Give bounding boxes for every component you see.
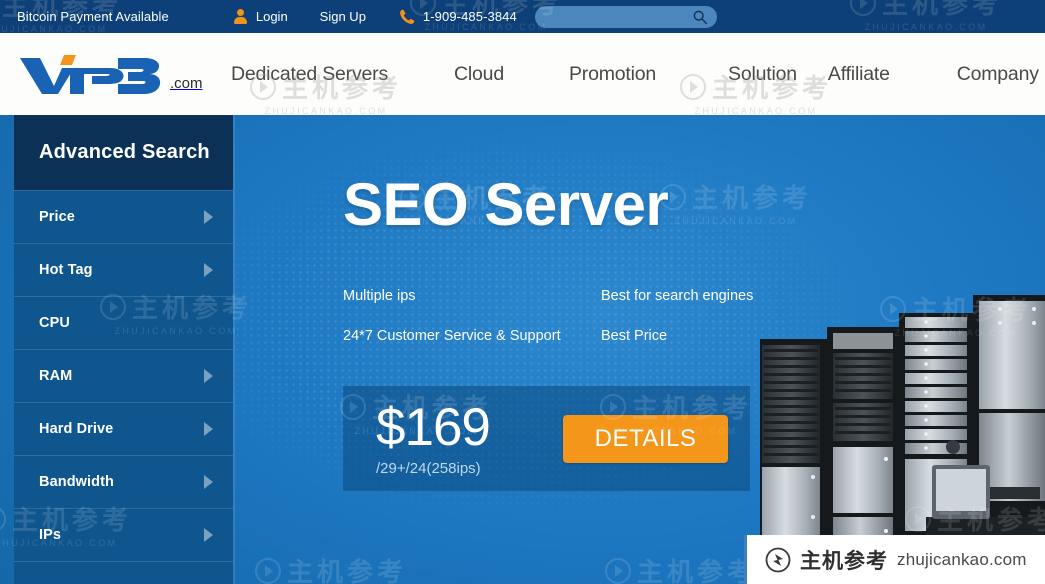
- chevron-right-icon: [204, 210, 213, 224]
- price-block: $169 /29+/24(258ips): [343, 401, 563, 477]
- price-amount: $169: [376, 397, 491, 457]
- chevron-right-icon: [204, 422, 213, 436]
- sidebar-item-price[interactable]: Price: [14, 190, 233, 243]
- hero-feature-item: Multiple ips: [343, 288, 416, 304]
- search-box[interactable]: [534, 5, 717, 28]
- nav-item-dedicated-servers[interactable]: Dedicated Servers: [231, 63, 388, 86]
- site-attribution-badge: 主机参考 zhujicankao.com: [744, 535, 1045, 584]
- nav-item-cloud[interactable]: Cloud: [454, 63, 504, 86]
- chevron-right-icon: [204, 263, 213, 277]
- main-navigation-bar: .com Dedicated Servers Cloud Promotion S…: [0, 33, 1045, 115]
- price-subtext: /29+/24(258ips): [376, 459, 481, 477]
- hero-feature-item: 24*7 Customer Service & Support: [343, 328, 561, 344]
- sidebar-item-label: Bandwidth: [39, 474, 115, 490]
- nav-item-list: Dedicated Servers Cloud Promotion Soluti…: [215, 63, 1045, 86]
- sidebar-item-hard-drive[interactable]: Hard Drive: [14, 402, 233, 455]
- logo-suffix: .com: [170, 75, 203, 92]
- hero-title: SEO Server: [343, 171, 669, 238]
- details-button[interactable]: DETAILS: [563, 414, 728, 463]
- sidebar-item-label: Hot Tag: [39, 262, 93, 278]
- sidebar-header: Advanced Search: [14, 115, 233, 190]
- advanced-search-sidebar: Advanced Search Price Hot Tag CPU RAM Ha…: [14, 115, 233, 584]
- sidebar-item-label: RAM: [39, 368, 73, 384]
- nav-item-affiliate[interactable]: Affiliate: [828, 63, 890, 86]
- sidebar-item-ram[interactable]: RAM: [14, 349, 233, 402]
- badge-cn-text: 主机参考: [800, 549, 888, 573]
- bitcoin-promo-text: Bitcoin Payment Available: [17, 9, 169, 24]
- sidebar-item-label: Hard Drive: [39, 421, 114, 437]
- sidebar-item-label: CPU: [39, 315, 70, 331]
- chevron-right-icon: [204, 369, 213, 383]
- play-circle-icon: [765, 547, 791, 573]
- search-icon[interactable]: [692, 9, 708, 25]
- sidebar-item-bandwidth[interactable]: Bandwidth: [14, 455, 233, 508]
- sidebar-item-ips[interactable]: IPs: [14, 508, 233, 561]
- phone-number: 1-909-485-3844: [422, 9, 517, 24]
- nav-item-solution[interactable]: Solution: [728, 63, 797, 86]
- hero-feature-list: Multiple ips Best for search engines 24*…: [343, 288, 813, 344]
- signup-link[interactable]: Sign Up: [320, 9, 366, 24]
- top-utility-bar: Bitcoin Payment Available Login Sign Up …: [0, 0, 1045, 33]
- user-icon: [233, 9, 247, 24]
- sidebar-item-cpu[interactable]: CPU: [14, 296, 233, 349]
- search-input[interactable]: [534, 5, 717, 28]
- sidebar-item-next-partial[interactable]: [14, 561, 233, 584]
- sidebar-item-label: IPs: [39, 527, 62, 543]
- price-card: $169 /29+/24(258ips) DETAILS: [343, 386, 750, 491]
- sidebar-item-label: Price: [39, 209, 75, 225]
- login-link[interactable]: Login: [256, 9, 288, 24]
- nav-item-promotion[interactable]: Promotion: [569, 63, 656, 86]
- chevron-right-icon: [204, 475, 213, 489]
- badge-domain-text: zhujicankao.com: [897, 549, 1027, 569]
- site-logo[interactable]: .com: [0, 53, 215, 95]
- sidebar-title: Advanced Search: [39, 141, 210, 163]
- nav-item-company[interactable]: Company: [957, 63, 1039, 86]
- sidebar-item-hot-tag[interactable]: Hot Tag: [14, 243, 233, 296]
- chevron-right-icon: [204, 528, 213, 542]
- hero-content: SEO Server Multiple ips Best for search …: [343, 115, 813, 345]
- phone-icon: [398, 8, 415, 25]
